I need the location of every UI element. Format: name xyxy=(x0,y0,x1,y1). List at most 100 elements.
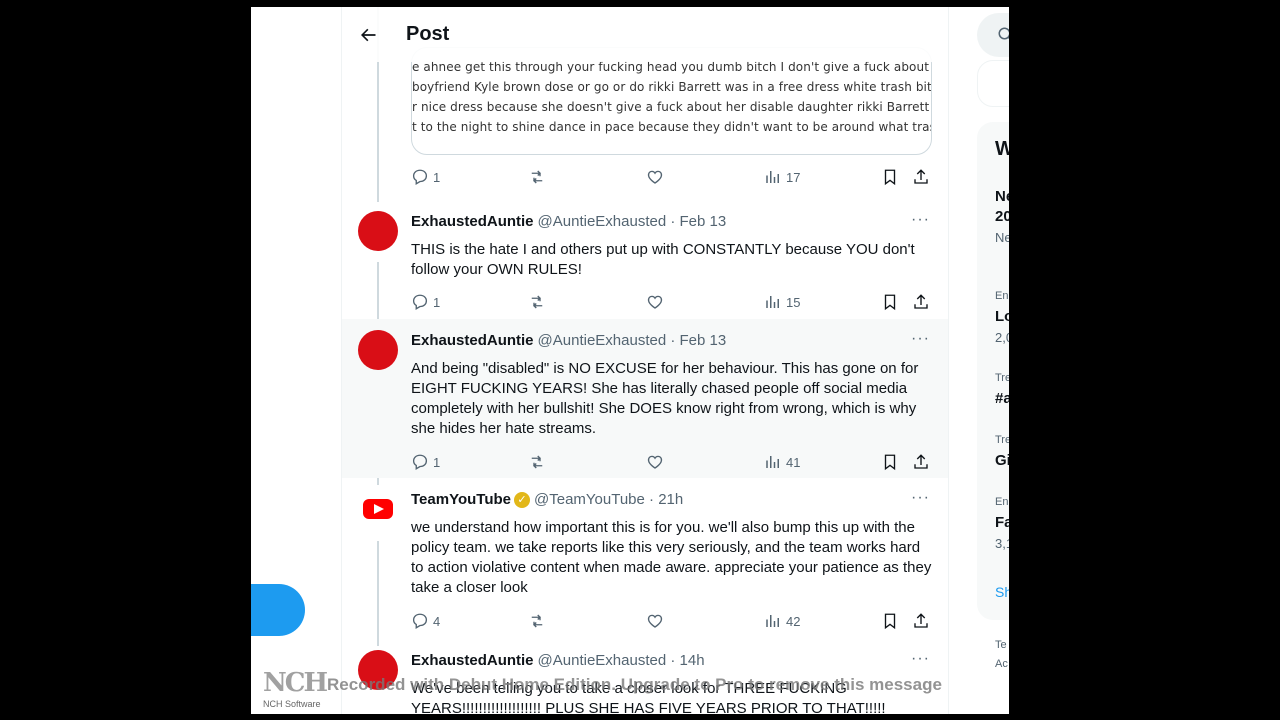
bookmark-button[interactable] xyxy=(881,453,899,471)
author-handle[interactable]: @AuntieExhausted · Feb 13 xyxy=(538,213,727,230)
like-icon xyxy=(647,295,663,309)
page-title: Post xyxy=(406,23,450,45)
retweet-icon xyxy=(531,295,543,309)
quote-text-line: r nice dress because she doesn't give a … xyxy=(412,100,932,114)
bookmark-button[interactable] xyxy=(881,168,899,186)
reply-button[interactable]: 1 xyxy=(411,168,440,186)
verified-badge-icon: ✓ xyxy=(514,491,531,508)
avatar[interactable] xyxy=(358,489,398,529)
like-button[interactable] xyxy=(646,612,664,630)
views-button[interactable]: 41 xyxy=(764,453,800,471)
retweet-button[interactable] xyxy=(528,293,546,311)
tweet-text: we understand how important this is for … xyxy=(411,519,932,596)
trend-line[interactable]: Fa xyxy=(995,514,1009,531)
trend-line[interactable]: Ne xyxy=(995,188,1009,205)
avatar[interactable] xyxy=(358,330,398,370)
main-column: Post e ahnee get this through your fucki… xyxy=(341,7,949,714)
premium-box xyxy=(977,60,1009,107)
retweet-button[interactable] xyxy=(528,612,546,630)
more-options-icon[interactable]: ··· xyxy=(911,330,930,348)
trend-line: Tre xyxy=(995,434,1009,446)
more-options-icon[interactable]: ··· xyxy=(911,489,930,507)
like-icon xyxy=(647,170,663,184)
author-handle[interactable]: @TeamYouTube · 21h xyxy=(534,491,683,508)
bookmark-icon xyxy=(884,454,896,471)
trend-line: En xyxy=(995,290,1009,302)
views-icon xyxy=(766,456,779,468)
tweet-header: ExhaustedAuntie @AuntieExhausted · 14h xyxy=(411,652,705,669)
trend-line[interactable]: Gi xyxy=(995,452,1009,469)
watermark-text: Recorded with Debut Home Edition. Upgrad… xyxy=(327,675,942,694)
tweet-actions: 1 41 xyxy=(411,453,935,473)
views-button[interactable]: 42 xyxy=(764,612,800,630)
show-more-link[interactable]: Sh xyxy=(995,584,1009,600)
trend-line: En xyxy=(995,496,1009,508)
trend-line: 2,0 xyxy=(995,330,1009,345)
like-icon xyxy=(647,455,663,469)
like-button[interactable] xyxy=(646,168,664,186)
bookmark-button[interactable] xyxy=(881,612,899,630)
back-button[interactable] xyxy=(350,17,386,53)
tweet-actions: 1 15 xyxy=(411,293,935,313)
share-button[interactable] xyxy=(912,453,930,471)
retweet-button[interactable] xyxy=(528,453,546,471)
reply-button[interactable]: 4 xyxy=(411,612,440,630)
share-icon xyxy=(914,169,928,184)
reply-button[interactable]: 1 xyxy=(411,453,440,471)
more-options-icon[interactable]: ··· xyxy=(911,211,930,229)
search-input[interactable] xyxy=(977,13,1009,57)
tweet-header: TeamYouTube ✓ @TeamYouTube · 21h xyxy=(411,491,683,508)
views-button[interactable]: 17 xyxy=(764,168,800,186)
nch-logo-caption: NCH Software xyxy=(263,699,321,709)
trend-line[interactable]: 20 xyxy=(995,208,1009,225)
trend-line[interactable]: #a xyxy=(995,390,1009,407)
share-button[interactable] xyxy=(912,168,930,186)
tweet-actions: 4 42 xyxy=(411,612,935,632)
quoted-image-card[interactable]: e ahnee get this through your fucking he… xyxy=(411,47,932,155)
share-button[interactable] xyxy=(912,293,930,311)
reply-icon xyxy=(412,169,428,185)
tweet-text: And being "disabled" is NO EXCUSE for he… xyxy=(411,360,919,437)
author-handle[interactable]: @AuntieExhausted · Feb 13 xyxy=(538,332,727,349)
trends-box: W Ne 20 Ne En Lo 2,0 Tre #a Tre Gi En Fa… xyxy=(977,122,1009,620)
share-button[interactable] xyxy=(912,612,930,630)
quote-text-line: e ahnee get this through your fucking he… xyxy=(412,60,932,74)
quote-text-line: boyfriend Kyle brown dose or go or do ri… xyxy=(412,80,932,94)
share-icon xyxy=(914,454,928,469)
bookmark-icon xyxy=(884,613,896,630)
compose-post-button[interactable] xyxy=(251,584,305,636)
search-icon xyxy=(998,27,1009,40)
author-name[interactable]: ExhaustedAuntie xyxy=(411,332,534,349)
author-name[interactable]: TeamYouTube xyxy=(411,491,511,508)
quote-text-line: t to the night to shine dance in pace be… xyxy=(412,120,932,134)
retweet-icon xyxy=(531,614,543,628)
post-header: Post xyxy=(342,7,948,62)
avatar[interactable] xyxy=(358,211,398,251)
tweet[interactable]: ExhaustedAuntie @AuntieExhausted · Feb 1… xyxy=(342,319,948,478)
tweet[interactable]: TeamYouTube ✓ @TeamYouTube · 21h ··· we … xyxy=(342,478,948,639)
author-name[interactable]: ExhaustedAuntie xyxy=(411,213,534,230)
back-arrow-icon xyxy=(361,28,376,41)
bookmark-button[interactable] xyxy=(881,293,899,311)
tweet-text: THIS is the hate I and others put up wit… xyxy=(411,241,915,278)
trend-line[interactable]: Lo xyxy=(995,308,1009,325)
author-handle[interactable]: @AuntieExhausted · 14h xyxy=(538,652,705,669)
share-icon xyxy=(914,294,928,309)
footer-link[interactable]: Te xyxy=(995,639,1007,651)
like-button[interactable] xyxy=(646,293,664,311)
views-button[interactable]: 15 xyxy=(764,293,800,311)
reply-icon xyxy=(412,294,428,310)
tweet[interactable]: ExhaustedAuntie @AuntieExhausted · Feb 1… xyxy=(342,200,948,319)
left-nav xyxy=(251,7,341,714)
retweet-button[interactable] xyxy=(528,168,546,186)
like-button[interactable] xyxy=(646,453,664,471)
more-options-icon[interactable]: ··· xyxy=(911,650,930,668)
bookmark-icon xyxy=(884,294,896,311)
trend-line: Ne xyxy=(995,230,1009,245)
author-name[interactable]: ExhaustedAuntie xyxy=(411,652,534,669)
reply-button[interactable]: 1 xyxy=(411,293,440,311)
recording-watermark: NCH NCH Software Recorded with Debut Hom… xyxy=(263,668,1023,709)
youtube-logo-icon xyxy=(363,499,393,519)
trends-heading: W xyxy=(995,138,1009,160)
nch-logo: NCH xyxy=(263,668,328,698)
